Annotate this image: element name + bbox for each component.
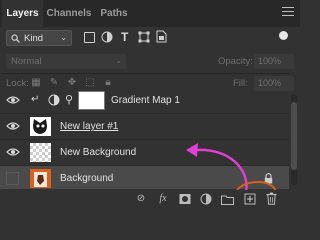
fill-value: 100%	[258, 78, 282, 88]
layer-thumbnail[interactable]	[30, 117, 51, 136]
filter-kind-select[interactable]: Kind ⌄	[6, 30, 72, 46]
visibility-eye-icon[interactable]	[6, 121, 20, 131]
link-icon[interactable]: ⊘	[135, 193, 147, 205]
opacity-label: Opacity:	[218, 56, 253, 67]
filter-toggle-dot[interactable]	[279, 31, 288, 40]
type-filter-icon[interactable]: T	[121, 30, 128, 44]
fx-icon[interactable]: fx	[157, 193, 169, 205]
scrollbar-thumb[interactable]	[291, 102, 297, 170]
opacity-value: 100%	[258, 56, 282, 66]
layer-name[interactable]: New Background	[60, 147, 136, 158]
layer-name[interactable]: New layer #1	[60, 121, 118, 132]
new-layer-icon[interactable]	[244, 193, 256, 205]
visibility-toggle-off[interactable]	[6, 172, 19, 185]
mask-icon[interactable]	[179, 193, 191, 205]
clip-arrow-icon: ↵	[31, 94, 40, 105]
layer-thumbnail[interactable]	[30, 169, 51, 188]
lock-image-pixels-icon[interactable]: ✎	[49, 78, 59, 88]
panel-tab-bar: Layers Channels Paths	[0, 0, 300, 27]
shape-filter-icon[interactable]	[138, 31, 150, 43]
lock-transparency-icon[interactable]: ▦	[31, 78, 41, 88]
blend-mode-select[interactable]: Normal ⌄	[6, 54, 126, 69]
tab-channels[interactable]: Channels	[44, 0, 94, 27]
visibility-eye-icon[interactable]	[6, 147, 20, 157]
lock-artboard-icon[interactable]: ⬚	[85, 78, 95, 88]
layers-scrollbar[interactable]	[291, 94, 297, 186]
layer-row[interactable]: ↵ ⚲ Gradient Map 1	[0, 91, 289, 114]
lock-label: Lock:	[6, 78, 29, 89]
divider	[0, 73, 290, 74]
layer-row[interactable]: New layer #1	[0, 114, 289, 140]
lock-position-icon[interactable]: ✥	[67, 78, 77, 88]
blend-row: Normal ⌄ Opacity: 100%	[0, 53, 300, 71]
layers-bottom-toolbar: ⊘ fx	[0, 190, 300, 207]
link-chain-icon: ⚲	[65, 94, 74, 106]
folder-icon[interactable]	[221, 194, 234, 205]
layers-list: ↵ ⚲ Gradient Map 1 New layer #1 New Back…	[0, 91, 289, 189]
layer-row-selected[interactable]: Background	[0, 166, 289, 189]
layer-mask-thumbnail[interactable]	[78, 91, 105, 110]
chevron-down-icon: ⌄	[60, 33, 67, 42]
chevron-down-icon: ⌄	[115, 56, 122, 65]
lock-icon	[264, 173, 273, 184]
tab-layers[interactable]: Layers	[2, 0, 43, 27]
adjustment-filter-icon[interactable]	[101, 31, 113, 43]
layer-row[interactable]: New Background	[0, 140, 289, 166]
opacity-field[interactable]: 100%	[254, 54, 294, 69]
adjustment-icon[interactable]	[200, 193, 212, 205]
fill-label: Fill:	[233, 78, 248, 89]
adjustment-layer-icon	[48, 94, 60, 106]
blend-mode-label: Normal	[11, 56, 42, 67]
layer-thumbnail[interactable]	[30, 143, 51, 162]
trash-icon[interactable]	[266, 192, 277, 205]
smart-object-filter-icon[interactable]	[155, 30, 167, 43]
layer-name[interactable]: Background	[60, 173, 113, 184]
panel-menu-icon[interactable]	[282, 7, 294, 19]
pixel-filter-icon[interactable]	[84, 32, 95, 43]
layer-name[interactable]: Gradient Map 1	[111, 95, 180, 106]
filter-kind-label: Kind	[24, 33, 44, 44]
search-icon	[11, 34, 20, 43]
fill-field[interactable]: 100%	[254, 76, 294, 91]
layer-filter-row: Kind ⌄ T	[0, 27, 300, 49]
tab-paths[interactable]: Paths	[96, 0, 132, 27]
visibility-eye-icon[interactable]	[6, 95, 20, 105]
lock-all-icon[interactable]: 🔒︎	[103, 78, 113, 88]
